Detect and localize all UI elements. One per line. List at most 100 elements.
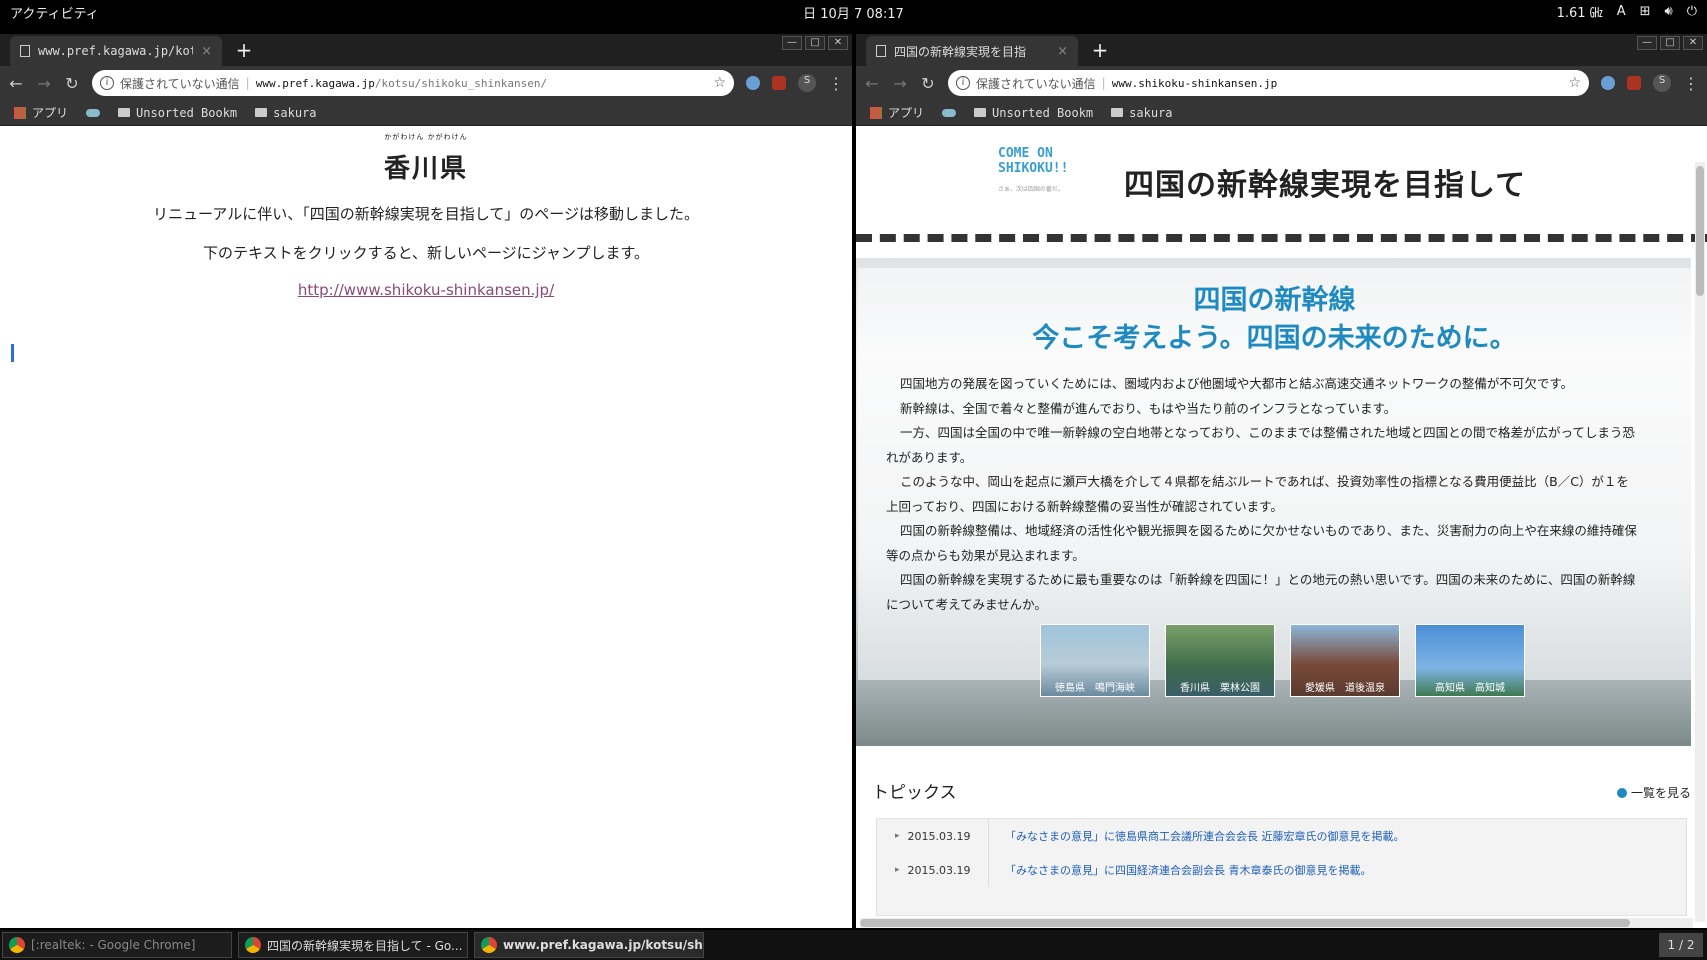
arrow-circle-icon — [1616, 787, 1627, 798]
info-icon[interactable]: i — [956, 76, 970, 90]
maximize-button[interactable]: □ — [1660, 36, 1680, 50]
hero-heading: 四国の新幹線 今こそ考えよう。四国の未来のために。 — [858, 282, 1691, 358]
maximize-button[interactable]: □ — [805, 36, 825, 50]
top-bar: アクティビティ 日 10月 7 08:17 1.61 ㎓ A ⊞ 🔊︎ ⏻ — [0, 0, 1707, 24]
clock: 日 10月 7 08:17 — [0, 3, 1707, 22]
profile-avatar[interactable]: S — [798, 74, 816, 92]
list-item[interactable]: 2015.03.19 「みなさまの意見」に四国経済連合会副会長 青木章泰氏の御意… — [877, 853, 1686, 887]
volume-icon[interactable]: 🔊︎ — [1665, 4, 1673, 19]
paragraph: 四国の新幹線整備は、地域経済の活性化や観光振興を図るために欠かせないものであり、… — [900, 523, 1637, 538]
topic-link[interactable]: 「みなさまの意見」に四国経済連合会副会長 青木章泰氏の御意見を掲載。 — [989, 862, 1372, 878]
minimize-button[interactable]: — — [782, 36, 802, 50]
reload-button[interactable]: ↻ — [64, 74, 80, 93]
scrollbar-thumb[interactable] — [860, 919, 1630, 927]
menu-icon[interactable]: ⋮ — [1683, 74, 1699, 93]
taskbar-item[interactable]: 四国の新幹線実現を目指して - Go... — [238, 932, 468, 958]
cloud-icon — [942, 108, 957, 117]
bookmark-star-icon[interactable]: ☆ — [1568, 75, 1581, 91]
back-button[interactable]: ← — [8, 74, 24, 93]
forward-button[interactable]: → — [892, 74, 908, 93]
thumb-kochi[interactable]: 高知県 高知城 — [1415, 624, 1525, 697]
list-item[interactable]: 2015.03.19 「みなさまの意見」に徳島県商工会議所連合会会長 近藤宏章氏… — [877, 819, 1686, 853]
thumb-kagawa[interactable]: 香川県 栗林公園 — [1165, 624, 1275, 697]
clock-text[interactable]: 日 10月 7 08:17 — [803, 7, 904, 22]
divider: | — [1101, 76, 1106, 90]
paragraph: について考えてみませんか。 — [886, 596, 1047, 612]
window-controls: — □ ✕ — [1637, 36, 1703, 50]
profile-avatar[interactable]: S — [1653, 74, 1671, 92]
activities-button[interactable]: アクティビティ — [10, 3, 99, 22]
taskbar-item[interactable]: www.pref.kagawa.jp/kotsu/shiko... — [474, 932, 704, 958]
address-bar[interactable]: i 保護されていない通信 | www.pref.kagawa.jp/kotsu/… — [92, 70, 734, 96]
reload-button[interactable]: ↻ — [920, 74, 936, 93]
chrome-icon — [245, 937, 261, 953]
close-button[interactable]: ✕ — [828, 36, 848, 50]
input-method[interactable]: A — [1617, 4, 1626, 19]
bookmark-unsorted[interactable]: Unsorted Bookm — [974, 106, 1093, 120]
see-all-label: 一覧を見る — [1630, 786, 1691, 800]
scrollbar-thumb[interactable] — [1696, 166, 1704, 296]
vertical-scrollbar[interactable] — [1695, 162, 1705, 922]
bookmark-label: sakura — [273, 105, 317, 120]
thumb-caption: 高知県 高知城 — [1435, 683, 1505, 694]
bookmark-star-icon[interactable]: ☆ — [713, 75, 726, 91]
paragraph: 一方、四国は全国の中で唯一新幹線の空白地帯となっており、このままでは整備された地… — [900, 425, 1635, 440]
back-button[interactable]: ← — [864, 74, 880, 93]
close-tab-icon[interactable]: × — [1057, 44, 1068, 59]
thumb-tokushima[interactable]: 徳島県 鳴門海峡 — [1040, 624, 1150, 697]
tab-kagawa[interactable]: www.pref.kagawa.jp/kot × — [10, 36, 222, 66]
prefecture-thumbnails: 徳島県 鳴門海峡 香川県 栗林公園 愛媛県 道後温泉 高知県 高知城 — [1040, 624, 1525, 697]
logo-line: SHIKOKU!! — [998, 161, 1069, 176]
tab-shikoku[interactable]: 四国の新幹線実現を目指 × — [866, 36, 1078, 66]
toolbar: ← → ↻ i 保護されていない通信 | www.pref.kagawa.jp/… — [0, 66, 852, 100]
new-tab-button[interactable]: + — [232, 39, 256, 63]
ublock-icon[interactable] — [1627, 76, 1641, 90]
address-bar[interactable]: i 保護されていない通信 | www.shikoku-shinkansen.jp… — [948, 70, 1589, 96]
taskbar: [:realtek: - Google Chrome] 四国の新幹線実現を目指し… — [0, 930, 1707, 960]
see-all-link[interactable]: 一覧を見る — [1616, 782, 1691, 803]
power-icon[interactable]: ⏻ — [1687, 4, 1697, 19]
ublock-icon[interactable] — [772, 76, 786, 90]
extension-icon[interactable] — [746, 76, 760, 90]
tab-title: 四国の新幹線実現を目指 — [894, 44, 1027, 59]
minimize-button[interactable]: — — [1637, 36, 1657, 50]
cpu-freq[interactable]: 1.61 ㎓ — [1557, 2, 1603, 21]
paragraph: 四国地方の発展を図っていくためには、圏域内および他圏域や大都市と結ぶ高速交通ネッ… — [900, 376, 1574, 391]
bookmark-cloud[interactable] — [86, 108, 101, 117]
bookmark-sakura[interactable]: sakura — [1111, 106, 1173, 120]
topic-link[interactable]: 「みなさまの意見」に徳島県商工会議所連合会会長 近藤宏章氏の御意見を掲載。 — [989, 828, 1405, 844]
close-tab-icon[interactable]: × — [201, 44, 212, 59]
horizontal-scrollbar[interactable] — [860, 918, 1693, 928]
thumb-caption: 愛媛県 道後温泉 — [1305, 683, 1385, 694]
bookmark-apps[interactable]: アプリ — [870, 104, 924, 121]
workspace-pager[interactable]: 1 / 2 — [1659, 933, 1703, 957]
new-tab-button[interactable]: + — [1088, 39, 1112, 63]
folder-icon — [118, 108, 131, 117]
bookmark-sakura[interactable]: sakura — [255, 105, 317, 120]
close-button[interactable]: ✕ — [1683, 36, 1703, 50]
bookmark-unsorted[interactable]: Unsorted Bookm — [118, 106, 237, 120]
thumb-ehime[interactable]: 愛媛県 道後温泉 — [1290, 624, 1400, 697]
page-content: かがわけん かがわけん 香川県 リニューアルに伴い、「四国の新幹線実現を目指して… — [0, 126, 852, 928]
url-text[interactable]: www.shikoku-shinkansen.jp — [1112, 77, 1563, 90]
taskbar-item[interactable]: [:realtek: - Google Chrome] — [2, 932, 232, 958]
apps-icon — [870, 106, 882, 119]
browser-window-right: 四国の新幹線実現を目指 × + — □ ✕ ← → ↻ i 保護されていない通信… — [856, 34, 1707, 928]
new-site-link[interactable]: http://www.shikoku-shinkansen.jp/ — [298, 281, 554, 299]
hero-title-line: 今こそ考えよう。四国の未来のために。 — [1032, 323, 1517, 354]
status-area: 1.61 ㎓ A ⊞ 🔊︎ ⏻ — [1557, 2, 1697, 21]
forward-button[interactable]: → — [36, 74, 52, 93]
toolbar: ← → ↻ i 保護されていない通信 | www.shikoku-shinkan… — [856, 66, 1707, 100]
bookmark-cloud[interactable] — [942, 108, 957, 117]
network-icon[interactable]: ⊞ — [1640, 4, 1651, 19]
menu-icon[interactable]: ⋮ — [828, 74, 844, 93]
come-on-shikoku-logo[interactable]: COME ON SHIKOKU!! さぁ、次は四国の番だ。 — [998, 146, 1068, 197]
extension-icon[interactable] — [1601, 76, 1615, 90]
tab-strip: 四国の新幹線実現を目指 × + — □ ✕ — [856, 34, 1707, 66]
paragraph: このような中、岡山を起点に瀬戸大橋を介して４県都を結ぶルートであれば、投資効率性… — [900, 474, 1629, 489]
logo-line: COME ON — [998, 146, 1053, 161]
paragraph: 四国の新幹線を実現するために最も重要なのは「新幹線を四国に！」との地元の熱い思い… — [900, 572, 1636, 587]
url-text[interactable]: www.pref.kagawa.jp/kotsu/shikoku_shinkan… — [256, 77, 708, 90]
bookmark-apps[interactable]: アプリ — [14, 104, 68, 121]
info-icon[interactable]: i — [100, 76, 114, 90]
